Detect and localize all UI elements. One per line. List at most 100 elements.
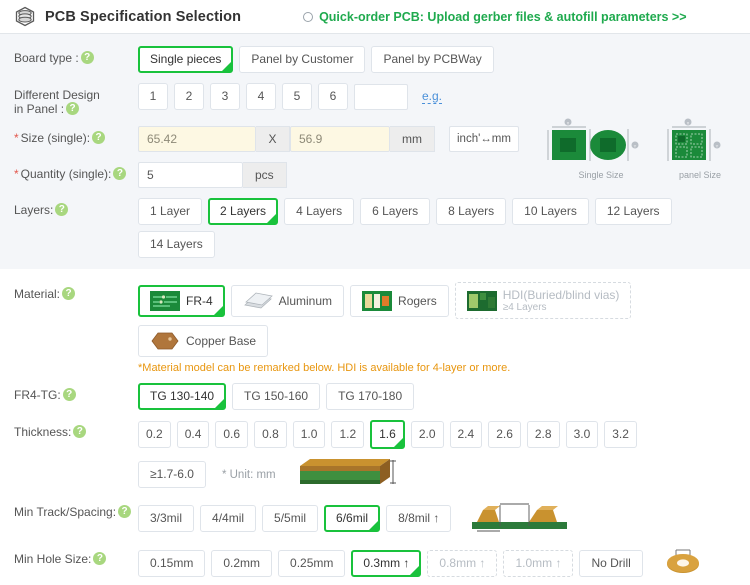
size-height-input[interactable]: 56.9	[290, 126, 390, 152]
option-thickness-2-8[interactable]: 2.8	[526, 421, 560, 448]
option-thickness-3-2[interactable]: 3.2	[604, 421, 637, 448]
help-icon[interactable]: ?	[92, 131, 106, 144]
option-panel-by-pcbway[interactable]: Panel by PCBWay	[371, 46, 494, 73]
option-material-aluminum[interactable]: Aluminum	[230, 284, 345, 317]
option-thickness-1-2[interactable]: 1.2	[331, 421, 365, 448]
option-6-layers[interactable]: 6 Layers	[360, 198, 431, 225]
min-hole-options: 0.15mm 0.2mm 0.25mm 0.3mm ↑ 0.8mm ↑ 1.0m…	[138, 547, 707, 580]
min-track-options: 3/3mil 4/4mil 5/5mil 6/6mil 8/8mil ↑	[138, 500, 577, 537]
copper-base-icon	[150, 331, 180, 351]
help-icon[interactable]: ?	[118, 505, 132, 518]
option-hole-no-drill[interactable]: No Drill	[579, 550, 643, 577]
svg-text:Y: Y	[716, 144, 719, 149]
option-design-3[interactable]: 3	[210, 83, 240, 110]
track-spacing-diagram	[467, 500, 577, 537]
size-reference-diagrams: X Y Single Size X Y panel Size	[546, 118, 740, 180]
option-hole-0-3mm[interactable]: 0.3mm ↑	[351, 550, 422, 577]
option-tg-170-180[interactable]: TG 170-180	[326, 383, 415, 410]
different-design-example-link[interactable]: e.g.	[422, 89, 443, 104]
row-thickness: Thickness: ? 0.2 0.4 0.6 0.8 1.0 1.2 1.6…	[0, 415, 750, 454]
option-thickness-0-6[interactable]: 0.6	[215, 421, 249, 448]
option-material-copper-base[interactable]: Copper Base	[138, 325, 269, 357]
unit-converter-button[interactable]: inch'↔mm	[449, 126, 519, 152]
different-design-options: 1 2 3 4 5 6 e.g.	[138, 83, 443, 110]
quick-order-radio-icon[interactable]	[303, 11, 314, 22]
option-tg-130-140[interactable]: TG 130-140	[138, 383, 227, 410]
option-track-6-6mil[interactable]: 6/6mil	[324, 505, 381, 532]
quantity-unit-label: pcs	[243, 162, 287, 188]
quick-order-label: Quick-order PCB: Upload gerber files & a…	[319, 9, 687, 24]
size-field-group: 65.42 X 56.9 mm	[138, 126, 435, 152]
fr4-board-icon	[150, 290, 180, 311]
option-thickness-2-4[interactable]: 2.4	[449, 421, 483, 448]
option-thickness-2-0[interactable]: 2.0	[410, 421, 444, 448]
help-icon[interactable]: ?	[93, 552, 107, 565]
single-size-caption: Single Size	[578, 170, 624, 180]
board-type-label: Board type : ?	[14, 46, 138, 65]
option-design-6[interactable]: 6	[318, 83, 348, 110]
option-tg-150-160[interactable]: TG 150-160	[232, 383, 321, 410]
row-fr4-tg: FR4-TG: ? TG 130-140 TG 150-160 TG 170-1…	[0, 378, 750, 415]
row-different-design: Different Design in Panel : ? 1 2 3 4 5 …	[0, 78, 750, 121]
option-14-layers[interactable]: 14 Layers	[138, 231, 215, 258]
option-thickness-3-0[interactable]: 3.0	[565, 421, 599, 448]
help-icon[interactable]: ?	[113, 167, 127, 180]
option-4-layers[interactable]: 4 Layers	[284, 198, 355, 225]
material-copper-label: Copper Base	[186, 334, 257, 348]
option-track-4-4mil[interactable]: 4/4mil	[200, 505, 257, 532]
thickness-extra-group: ≥1.7-6.0 * Unit: mm	[138, 456, 397, 493]
help-icon[interactable]: ?	[80, 51, 94, 64]
help-icon[interactable]: ?	[62, 388, 76, 401]
board-type-options: Single pieces Panel by Customer Panel by…	[138, 46, 494, 73]
option-thickness-1-0[interactable]: 1.0	[292, 421, 326, 448]
size-width-input[interactable]: 65.42	[138, 126, 256, 152]
option-8-layers[interactable]: 8 Layers	[436, 198, 507, 225]
option-material-hdi: HDI(Buried/blind vias) ≥4 Layers	[454, 282, 632, 319]
option-hole-0-2mm[interactable]: 0.2mm	[211, 550, 273, 577]
option-thickness-range[interactable]: ≥1.7-6.0	[138, 461, 206, 488]
option-design-4[interactable]: 4	[246, 83, 276, 110]
option-thickness-0-8[interactable]: 0.8	[254, 421, 287, 448]
material-fr4-label: FR-4	[186, 293, 213, 308]
different-design-custom-input[interactable]	[354, 83, 408, 110]
panel-size-caption: panel Size	[678, 170, 722, 180]
help-icon[interactable]: ?	[66, 102, 80, 115]
panel-size-diagram: X Y panel Size	[660, 118, 740, 180]
hdi-board-icon	[466, 290, 497, 311]
quantity-required-marker: *	[14, 167, 19, 181]
option-panel-by-customer[interactable]: Panel by Customer	[239, 46, 366, 73]
option-2-layers[interactable]: 2 Layers	[208, 198, 279, 225]
material-aluminum-label: Aluminum	[278, 293, 333, 308]
svg-text:X: X	[567, 121, 570, 126]
option-design-2[interactable]: 2	[174, 83, 204, 110]
quick-order-link[interactable]: Quick-order PCB: Upload gerber files & a…	[303, 9, 687, 24]
option-hole-0-15mm[interactable]: 0.15mm	[138, 550, 206, 577]
option-thickness-0-2[interactable]: 0.2	[138, 421, 171, 448]
help-icon[interactable]: ?	[62, 287, 76, 300]
option-thickness-0-4[interactable]: 0.4	[176, 421, 210, 448]
option-track-8-8mil[interactable]: 8/8mil ↑	[386, 505, 452, 532]
page-title: PCB Specification Selection	[45, 8, 242, 25]
min-track-label: Min Track/Spacing: ?	[14, 500, 138, 519]
svg-text:Y: Y	[634, 144, 637, 149]
option-material-fr4[interactable]: FR-4	[138, 284, 225, 317]
option-hole-0-8mm: 0.8mm ↑	[427, 550, 498, 577]
option-thickness-2-6[interactable]: 2.6	[488, 421, 521, 448]
option-thickness-1-6[interactable]: 1.6	[370, 420, 405, 449]
quantity-field-group: 5 pcs	[138, 162, 287, 188]
option-design-1[interactable]: 1	[138, 83, 168, 110]
help-icon[interactable]: ?	[55, 203, 69, 216]
layers-label: Layers: ?	[14, 198, 138, 217]
option-design-5[interactable]: 5	[282, 83, 312, 110]
option-hole-0-25mm[interactable]: 0.25mm	[278, 550, 346, 577]
quantity-input[interactable]: 5	[138, 162, 243, 188]
option-material-rogers[interactable]: Rogers	[350, 284, 449, 317]
option-12-layers[interactable]: 12 Layers	[594, 198, 672, 225]
option-10-layers[interactable]: 10 Layers	[512, 198, 589, 225]
help-icon[interactable]: ?	[73, 425, 87, 438]
single-size-diagram: X Y Single Size	[546, 118, 656, 180]
option-track-5-5mil[interactable]: 5/5mil	[262, 505, 319, 532]
option-track-3-3mil[interactable]: 3/3mil	[138, 505, 195, 532]
option-1-layer[interactable]: 1 Layer	[138, 198, 203, 225]
option-single-pieces[interactable]: Single pieces	[138, 46, 234, 73]
